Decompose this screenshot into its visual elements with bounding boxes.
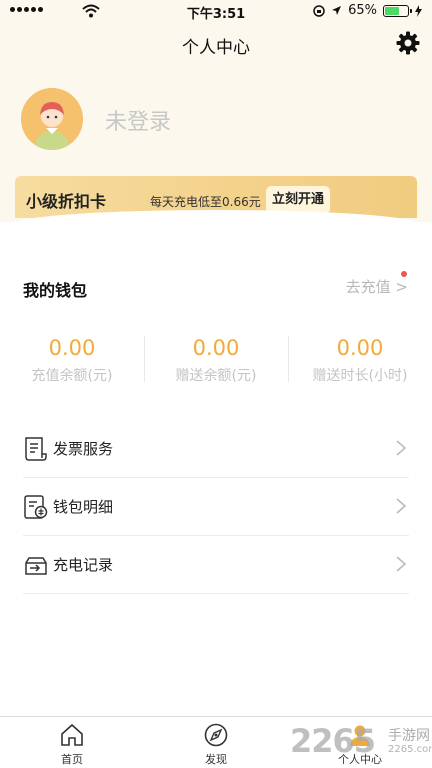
status-right: 65% xyxy=(313,3,422,18)
stat-label: 赠送余额(元) xyxy=(175,368,257,384)
wallet-title: 我的钱包 xyxy=(23,281,88,300)
header: 个人中心 xyxy=(0,24,432,64)
stat-value: 0.00 xyxy=(48,336,96,360)
menu-label: 发票服务 xyxy=(53,440,114,458)
user-avatar-icon xyxy=(21,88,83,150)
activate-button[interactable]: 立刻开通 xyxy=(266,186,331,214)
discount-card-zone: 小级折扣卡 每天充电低至0.66元 立刻开通 xyxy=(0,174,432,224)
tab-home[interactable]: 首页 xyxy=(0,717,144,768)
watermark-domain: 2265.com xyxy=(388,744,432,755)
login-prompt[interactable]: 未登录 xyxy=(105,104,171,136)
menu-label: 充电记录 xyxy=(53,556,114,574)
menu-item-wallet-detail[interactable]: 钱包明细 xyxy=(23,478,409,536)
charging-icon xyxy=(415,4,422,17)
card-description: 每天充电低至0.66元 xyxy=(150,195,261,209)
stat-gift-duration[interactable]: 0.00 赠送时长(小时) xyxy=(288,334,432,388)
discount-card[interactable]: 小级折扣卡 每天充电低至0.66元 立刻开通 xyxy=(15,176,417,224)
watermark-number: 2265 xyxy=(290,722,376,760)
chevron-right-icon xyxy=(396,498,407,514)
tab-label: 发现 xyxy=(205,753,227,766)
stat-value: 0.00 xyxy=(192,336,240,360)
tab-discover[interactable]: 发现 xyxy=(144,717,288,768)
stat-gift-balance[interactable]: 0.00 赠送余额(元) xyxy=(144,334,288,388)
stat-recharge-balance[interactable]: 0.00 充值余额(元) xyxy=(0,334,144,388)
battery-icon xyxy=(383,4,412,17)
menu-item-invoice[interactable]: 发票服务 xyxy=(23,420,409,478)
stat-label: 赠送时长(小时) xyxy=(312,368,408,384)
profile-section: 未登录 xyxy=(0,64,432,174)
invoice-icon xyxy=(25,436,47,461)
stat-label: 充值余额(元) xyxy=(31,368,113,384)
chevron-right-icon xyxy=(396,556,407,572)
menu-label: 钱包明细 xyxy=(53,498,114,516)
charging-record-icon xyxy=(25,556,47,575)
watermark-text: 手游网 xyxy=(388,728,430,744)
gear-icon[interactable] xyxy=(396,31,420,55)
stat-value: 0.00 xyxy=(336,336,384,360)
recharge-link[interactable]: 去充值 > xyxy=(346,276,408,297)
tab-label: 首页 xyxy=(61,753,83,766)
location-icon xyxy=(332,6,342,15)
wallet-stats: 0.00 充值余额(元) 0.00 赠送余额(元) 0.00 赠送时长(小时) xyxy=(0,334,432,388)
battery-percent: 65% xyxy=(348,3,377,18)
watermark: 2265 手游网 2265.com xyxy=(282,716,432,768)
menu-list: 发票服务 钱包明细 充电记录 xyxy=(23,420,409,594)
menu-item-charging-record[interactable]: 充电记录 xyxy=(23,536,409,594)
status-bar: 下午3:51 65% xyxy=(0,0,432,24)
page-title: 个人中心 xyxy=(182,38,250,58)
card-title: 小级折扣卡 xyxy=(26,192,107,211)
chevron-right-icon xyxy=(396,440,407,456)
wallet-detail-icon xyxy=(24,494,48,519)
orientation-lock-icon xyxy=(313,4,325,17)
home-icon xyxy=(61,723,83,746)
discover-icon xyxy=(204,723,228,747)
avatar[interactable] xyxy=(21,88,83,150)
